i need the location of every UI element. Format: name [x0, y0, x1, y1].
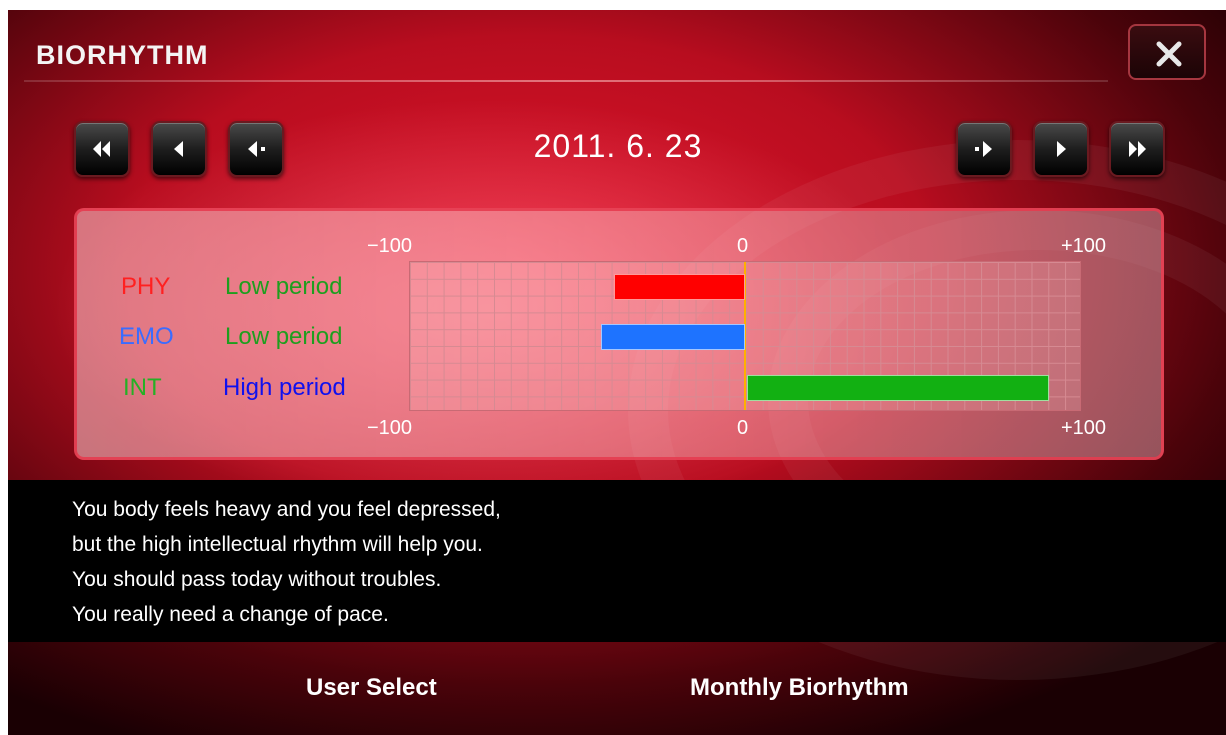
current-date: 2011. 6. 23 [533, 128, 703, 164]
emo-status: Low period [225, 323, 343, 350]
fortune-message-box: You body feels heavy and you feel depres… [8, 480, 1226, 642]
window-title: BIORHYTHM [36, 40, 209, 70]
next-button[interactable] [1033, 121, 1089, 177]
step-forward-button[interactable] [956, 121, 1012, 177]
close-icon [1156, 41, 1182, 67]
next-icon [1057, 141, 1066, 157]
chart-grid [409, 261, 1081, 411]
step-back-button[interactable] [228, 121, 284, 177]
biorhythm-window: BIORHYTHM 2011. 6. 23 −100 0 +100 PHY Lo… [8, 10, 1226, 735]
first-button[interactable] [74, 121, 130, 177]
emo-label: EMO [119, 323, 174, 350]
bottom-axis-max-label: +100 [1061, 417, 1107, 439]
title-divider [24, 80, 1108, 82]
user-select-button[interactable]: User Select [306, 674, 437, 702]
bottom-axis-zero-label: 0 [737, 417, 749, 439]
message-line: but the high intellectual rhythm will he… [72, 533, 483, 556]
top-axis-min-label: −100 [367, 235, 413, 257]
phy-label: PHY [121, 273, 171, 300]
close-button[interactable] [1128, 24, 1206, 80]
step-forward-icon [975, 141, 992, 157]
previous-button[interactable] [151, 121, 207, 177]
fast-forward-icon [1129, 141, 1146, 157]
message-line: You body feels heavy and you feel depres… [72, 498, 501, 521]
last-button[interactable] [1109, 121, 1165, 177]
monthly-biorhythm-button[interactable]: Monthly Biorhythm [690, 674, 909, 702]
phy-status: Low period [225, 273, 343, 300]
step-back-icon [248, 141, 265, 157]
bottom-axis-min-label: −100 [367, 417, 413, 439]
message-line: You should pass today without troubles. [72, 568, 442, 591]
emo-bar [600, 324, 745, 350]
int-status: High period [223, 374, 346, 401]
fast-rewind-icon [93, 141, 110, 157]
top-axis-zero-label: 0 [737, 235, 749, 257]
int-label: INT [123, 374, 162, 401]
int-bar [747, 375, 1050, 401]
top-axis-max-label: +100 [1061, 235, 1107, 257]
message-line: You really need a change of pace. [72, 603, 389, 626]
biorhythm-chart-panel: −100 0 +100 PHY Low period EMO Low perio… [74, 208, 1164, 460]
previous-icon [174, 141, 183, 157]
phy-bar [613, 274, 745, 300]
